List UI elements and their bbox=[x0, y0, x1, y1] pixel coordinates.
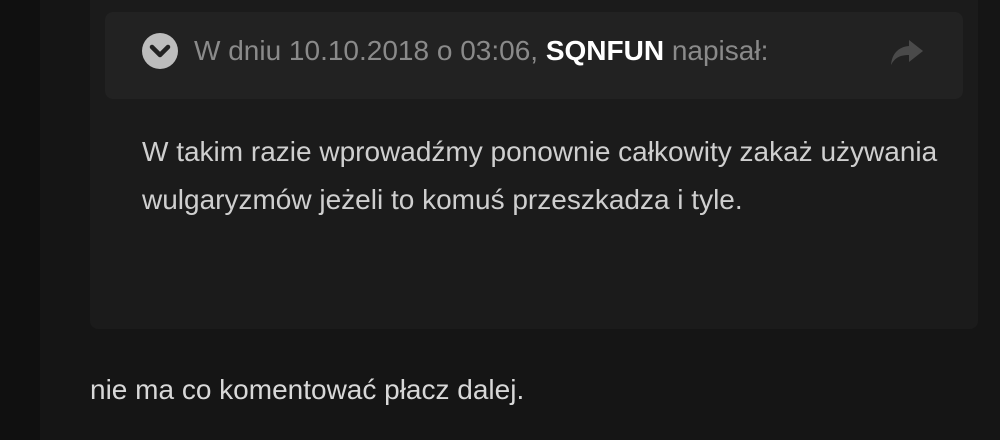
quote-header: W dniu 10.10.2018 o 03:06, SQNFUN napisa… bbox=[105, 12, 963, 99]
quote-text: W takim razie wprowadźmy ponownie całkow… bbox=[142, 136, 938, 215]
quote-citation-suffix: napisał: bbox=[664, 35, 769, 66]
post-text: nie ma co komentować płacz dalej. bbox=[90, 374, 525, 405]
quote-citation-prefix: W dniu 10.10.2018 o 03:06, bbox=[194, 35, 546, 66]
share-arrow-icon bbox=[891, 40, 923, 65]
page: W dniu 10.10.2018 o 03:06, SQNFUN napisa… bbox=[0, 0, 1000, 440]
quote-citation: W dniu 10.10.2018 o 03:06, SQNFUN napisa… bbox=[194, 34, 768, 68]
quote-block: W dniu 10.10.2018 o 03:06, SQNFUN napisa… bbox=[90, 0, 978, 329]
share-quote-button[interactable] bbox=[889, 38, 925, 68]
left-gutter bbox=[0, 0, 40, 440]
collapse-toggle-button[interactable] bbox=[142, 33, 178, 69]
quote-author-link[interactable]: SQNFUN bbox=[546, 35, 664, 66]
chevron-down-icon bbox=[149, 44, 171, 58]
